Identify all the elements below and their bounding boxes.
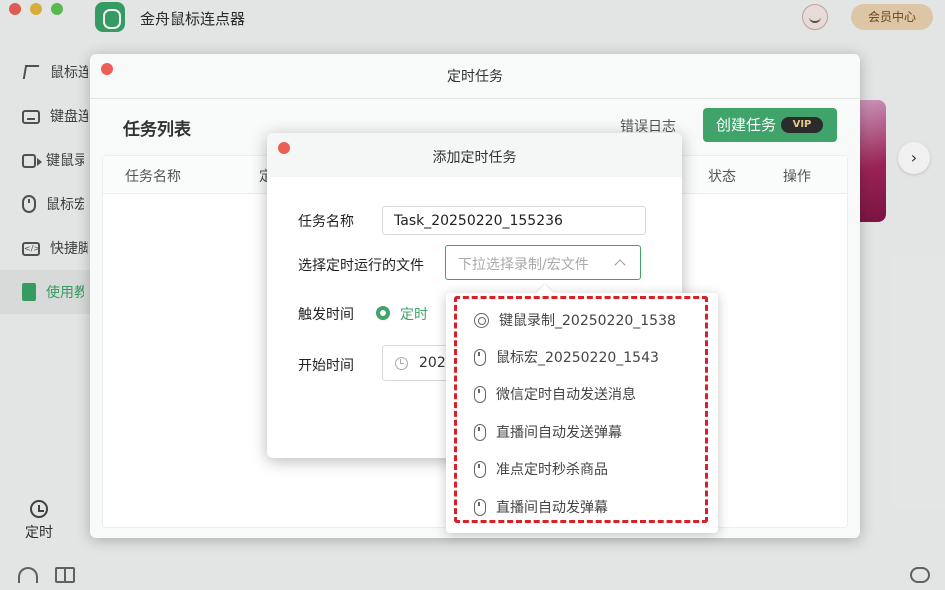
mouse-icon <box>474 498 486 516</box>
clock-icon <box>395 357 408 370</box>
file-select-label: 选择定时运行的文件 <box>298 258 424 274</box>
dropdown-option-label: 键鼠录制_20250220_1538 <box>499 313 676 329</box>
divider <box>90 98 860 99</box>
chevron-up-icon <box>614 259 626 271</box>
task-name-label: 任务名称 <box>298 214 354 230</box>
column-header-task-name: 任务名称 <box>125 169 181 185</box>
start-time-label: 开始时间 <box>298 358 354 374</box>
mouse-icon <box>474 460 486 478</box>
dropdown-option[interactable]: 准点定时秒杀商品 <box>474 455 608 483</box>
mouse-icon <box>474 385 486 403</box>
trigger-timed-label[interactable]: 定时 <box>400 304 428 324</box>
file-dropdown-menu: 键鼠录制_20250220_1538 鼠标宏_20250220_1543 微信定… <box>446 293 718 533</box>
task-name-input[interactable] <box>382 206 646 235</box>
mouse-icon <box>474 423 486 441</box>
dropdown-option[interactable]: 键鼠录制_20250220_1538 <box>474 306 676 334</box>
trigger-time-label: 触发时间 <box>298 307 354 323</box>
start-time-value: 202 <box>419 355 446 371</box>
create-task-button[interactable]: 创建任务 VIP <box>703 108 837 142</box>
dropdown-option[interactable]: 微信定时自动发送消息 <box>474 380 636 408</box>
create-task-label: 创建任务 <box>716 116 777 134</box>
dropdown-option-label: 鼠标宏_20250220_1543 <box>496 350 659 366</box>
column-header-status: 状态 <box>708 169 736 185</box>
dialog-header: 添加定时任务 <box>267 133 682 177</box>
dropdown-option-label: 准点定时秒杀商品 <box>496 462 608 478</box>
dropdown-option[interactable]: 直播间自动发弹幕 <box>474 493 608 521</box>
vip-badge: VIP <box>781 117 823 133</box>
task-list-title: 任务列表 <box>123 120 191 140</box>
file-select-dropdown[interactable]: 下拉选择录制/宏文件 <box>445 245 641 280</box>
dropdown-option-label: 微信定时自动发送消息 <box>496 387 636 403</box>
mouse-icon <box>474 348 486 366</box>
record-icon <box>474 312 489 328</box>
dropdown-option-label: 直播间自动发送弹幕 <box>496 425 622 441</box>
window-title: 定时任务 <box>447 69 503 85</box>
dropdown-option-label: 直播间自动发弹幕 <box>496 500 608 516</box>
dropdown-option[interactable]: 直播间自动发送弹幕 <box>474 418 622 446</box>
dropdown-option[interactable]: 鼠标宏_20250220_1543 <box>474 343 659 371</box>
trigger-timed-radio[interactable] <box>376 306 390 320</box>
column-header-actions: 操作 <box>783 169 811 185</box>
dialog-title: 添加定时任务 <box>432 150 517 166</box>
file-select-placeholder: 下拉选择录制/宏文件 <box>458 257 589 273</box>
